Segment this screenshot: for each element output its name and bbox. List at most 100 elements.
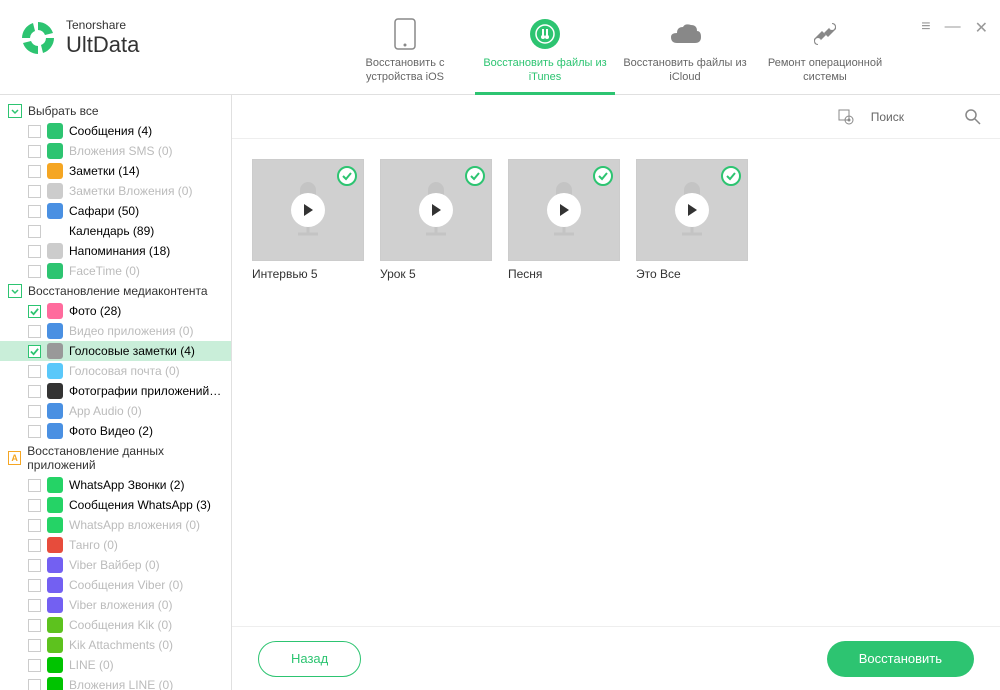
app-icon	[47, 243, 63, 259]
play-button[interactable]	[675, 193, 709, 227]
item-label: WhatsApp вложения (0)	[69, 518, 200, 532]
tab-2[interactable]: Восстановить файлы из iCloud	[615, 0, 755, 95]
sidebar-item[interactable]: Сообщения WhatsApp (3)	[0, 495, 231, 515]
sidebar-item[interactable]: Сафари (50)	[0, 201, 231, 221]
sidebar-item[interactable]: App Audio (0)	[0, 401, 231, 421]
settings-icon[interactable]	[837, 108, 855, 126]
app-icon	[47, 637, 63, 653]
app-icon	[47, 657, 63, 673]
item-label: Фото Видео (2)	[69, 424, 153, 438]
group-title: Выбрать все	[28, 104, 99, 118]
checkbox[interactable]	[28, 619, 41, 632]
search-icon[interactable]	[964, 108, 982, 126]
checkbox[interactable]	[28, 125, 41, 138]
sidebar-item[interactable]: Сообщения Viber (0)	[0, 575, 231, 595]
sidebar-item[interactable]: Голосовые заметки (4)	[0, 341, 231, 361]
app-icon	[47, 497, 63, 513]
group-header[interactable]: AВосстановление данных приложений	[0, 441, 231, 475]
check-icon[interactable]	[337, 166, 357, 186]
checkbox[interactable]	[28, 345, 41, 358]
search-label[interactable]: Поиск	[871, 110, 904, 124]
sidebar-item[interactable]: Фото Видео (2)	[0, 421, 231, 441]
thumbnail[interactable]	[508, 159, 620, 261]
voice-memo-item[interactable]: Песня	[508, 159, 620, 281]
checkbox[interactable]	[28, 185, 41, 198]
sidebar-item[interactable]: Заметки Вложения (0)	[0, 181, 231, 201]
item-label: Viber Вайбер (0)	[69, 558, 160, 572]
back-button[interactable]: Назад	[258, 641, 361, 677]
group-header[interactable]: Восстановление медиаконтента	[0, 281, 231, 301]
item-label: Фото (28)	[69, 304, 121, 318]
tab-label: Ремонт операционной системы	[755, 56, 895, 85]
checkbox[interactable]	[28, 365, 41, 378]
minimize-icon[interactable]: —	[945, 18, 961, 38]
play-button[interactable]	[419, 193, 453, 227]
app-icon	[47, 223, 63, 239]
sidebar-item[interactable]: Фотографии приложений (5)	[0, 381, 231, 401]
sidebar-item[interactable]: LINE (0)	[0, 655, 231, 675]
check-icon[interactable]	[593, 166, 613, 186]
checkbox[interactable]	[28, 305, 41, 318]
checkbox[interactable]	[28, 425, 41, 438]
app-icon	[47, 263, 63, 279]
checkbox[interactable]	[28, 579, 41, 592]
sidebar-item[interactable]: Календарь (89)	[0, 221, 231, 241]
checkbox[interactable]	[28, 225, 41, 238]
app-icon	[47, 403, 63, 419]
checkbox[interactable]	[28, 599, 41, 612]
sidebar-item[interactable]: Заметки (14)	[0, 161, 231, 181]
tab-3[interactable]: Ремонт операционной системы	[755, 0, 895, 95]
sidebar-item[interactable]: Фото (28)	[0, 301, 231, 321]
checkbox[interactable]	[28, 165, 41, 178]
sidebar-item[interactable]: Viber вложения (0)	[0, 595, 231, 615]
sidebar-item[interactable]: FaceTime (0)	[0, 261, 231, 281]
tab-0[interactable]: Восстановить с устройства iOS	[335, 0, 475, 95]
checkbox[interactable]	[28, 145, 41, 158]
item-name: Интервью 5	[252, 267, 364, 281]
checkbox[interactable]	[28, 325, 41, 338]
checkbox[interactable]	[28, 385, 41, 398]
sidebar-item[interactable]: Сообщения (4)	[0, 121, 231, 141]
thumbnail[interactable]	[380, 159, 492, 261]
checkbox[interactable]	[28, 499, 41, 512]
checkbox[interactable]	[28, 265, 41, 278]
app-icon	[47, 577, 63, 593]
voice-memo-item[interactable]: Интервью 5	[252, 159, 364, 281]
checkbox[interactable]	[28, 205, 41, 218]
check-icon[interactable]	[721, 166, 741, 186]
checkbox[interactable]	[28, 659, 41, 672]
sidebar-item[interactable]: Kik Attachments (0)	[0, 635, 231, 655]
checkbox[interactable]	[28, 479, 41, 492]
tab-icon-3	[809, 18, 841, 50]
sidebar-item[interactable]: Вложения LINE (0)	[0, 675, 231, 690]
menu-icon[interactable]: ≡	[921, 18, 930, 38]
close-icon[interactable]: ✕	[975, 18, 988, 38]
checkbox[interactable]	[28, 639, 41, 652]
thumbnail[interactable]	[252, 159, 364, 261]
play-button[interactable]	[291, 193, 325, 227]
sidebar-item[interactable]: Напоминания (18)	[0, 241, 231, 261]
voice-memo-item[interactable]: Это Все	[636, 159, 748, 281]
voice-memo-item[interactable]: Урок 5	[380, 159, 492, 281]
play-button[interactable]	[547, 193, 581, 227]
sidebar-item[interactable]: WhatsApp вложения (0)	[0, 515, 231, 535]
thumbnail[interactable]	[636, 159, 748, 261]
checkbox[interactable]	[28, 559, 41, 572]
check-icon[interactable]	[465, 166, 485, 186]
sidebar-item[interactable]: Голосовая почта (0)	[0, 361, 231, 381]
tab-1[interactable]: Восстановить файлы из iTunes	[475, 0, 615, 95]
group-marker-icon: A	[8, 451, 21, 465]
sidebar-item[interactable]: WhatsApp Звонки (2)	[0, 475, 231, 495]
sidebar-item[interactable]: Танго (0)	[0, 535, 231, 555]
checkbox[interactable]	[28, 519, 41, 532]
checkbox[interactable]	[28, 679, 41, 690]
checkbox[interactable]	[28, 539, 41, 552]
sidebar-item[interactable]: Viber Вайбер (0)	[0, 555, 231, 575]
restore-button[interactable]: Восстановить	[827, 641, 974, 677]
sidebar-item[interactable]: Вложения SMS (0)	[0, 141, 231, 161]
checkbox[interactable]	[28, 245, 41, 258]
group-header[interactable]: Выбрать все	[0, 101, 231, 121]
sidebar-item[interactable]: Видео приложения (0)	[0, 321, 231, 341]
sidebar-item[interactable]: Сообщения Kik (0)	[0, 615, 231, 635]
checkbox[interactable]	[28, 405, 41, 418]
